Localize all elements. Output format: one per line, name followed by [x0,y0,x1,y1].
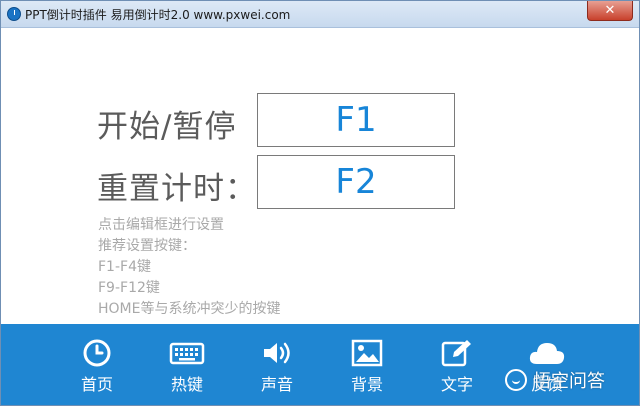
toolbar-text-label: 文字 [440,375,473,394]
hint-line: F1-F4键 [98,259,151,275]
reset-timer-key-field[interactable]: F2 [257,155,455,209]
start-pause-key-field[interactable]: F1 [257,93,455,147]
edit-icon [441,340,471,367]
title-bar[interactable]: PPT倒计时插件 易用倒计时2.0 www.pxwei.com ✕ [1,1,639,28]
hint-line: F9-F12键 [98,280,160,296]
app-icon [7,7,21,21]
window-title: PPT倒计时插件 易用倒计时2.0 www.pxwei.com [25,8,291,22]
watermark-text: 悟空问答 [533,371,605,392]
toolbar-background-button[interactable]: 背景 [337,338,397,398]
watermark-logo-icon [505,369,527,391]
image-icon [351,339,383,367]
app-window: PPT倒计时插件 易用倒计时2.0 www.pxwei.com ✕ 开始/暂停 … [0,0,640,406]
keyboard-icon [169,342,205,365]
reset-timer-label: 重置计时： [97,171,257,207]
start-pause-label: 开始/暂停 [97,109,237,145]
hint-line: 推荐设置按键： [98,238,196,254]
toolbar-home-label: 首页 [80,375,113,394]
toolbar-home-button[interactable]: 首页 [67,338,127,398]
toolbar-sound-button[interactable]: 声音 [247,338,307,398]
close-button[interactable]: ✕ [587,1,633,21]
toolbar-hotkey-button[interactable]: 热键 [157,338,217,398]
cloud-icon [529,343,565,364]
toolbar-background-label: 背景 [350,375,383,394]
speaker-icon [264,342,290,364]
toolbar-hotkey-label: 热键 [170,375,203,394]
toolbar-sound-label: 声音 [260,375,293,394]
toolbar-text-button[interactable]: 文字 [427,338,487,398]
clock-icon [83,339,111,367]
hint-line: HOME等与系统冲突少的按键 [98,301,281,317]
bottom-toolbar: 首页 热键 声音 背景 文字 反馈 [1,324,639,405]
watermark: 悟空问答 [505,367,605,393]
hint-line: 点击编辑框进行设置 [98,217,224,233]
